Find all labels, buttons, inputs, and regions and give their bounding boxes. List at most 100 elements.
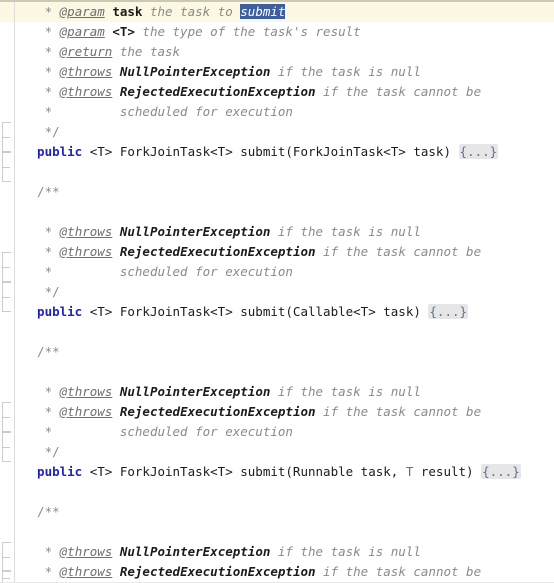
code-line[interactable]: */ bbox=[0, 122, 554, 142]
comment-text: /** bbox=[22, 344, 60, 359]
fold-collapse-icon[interactable] bbox=[3, 137, 10, 138]
comment-text bbox=[112, 544, 120, 559]
code-fold-marker[interactable] bbox=[2, 282, 11, 312]
comment-text: */ bbox=[22, 444, 60, 459]
code-line[interactable]: */ bbox=[0, 442, 554, 462]
fold-collapse-icon[interactable] bbox=[3, 557, 10, 558]
code-line[interactable]: * @throws NullPointerException if the ta… bbox=[0, 382, 554, 402]
comment-text: if the task cannot be bbox=[315, 564, 482, 579]
comment-text: * bbox=[22, 4, 60, 19]
code-line[interactable]: * scheduled for execution bbox=[0, 262, 554, 282]
comment-text bbox=[112, 564, 120, 579]
code-line[interactable]: public <T> ForkJoinTask<T> submit(ForkJo… bbox=[0, 142, 554, 162]
comment-text: the task bbox=[112, 44, 181, 59]
code-line[interactable]: * @return the task bbox=[0, 42, 554, 62]
code-line[interactable]: */ bbox=[0, 282, 554, 302]
exception-name: NullPointerException bbox=[119, 544, 271, 559]
code-line[interactable] bbox=[0, 522, 554, 542]
comment-text: * bbox=[22, 244, 60, 259]
comment-text: if the task is null bbox=[270, 544, 421, 559]
comment-text bbox=[112, 64, 120, 79]
javadoc-tag: @throws bbox=[59, 564, 113, 579]
code-line[interactable]: public <T> ForkJoinTask<T> submit(Callab… bbox=[0, 302, 554, 322]
comment-text: * bbox=[22, 64, 60, 79]
comment-text: * bbox=[22, 544, 60, 559]
code-fold-marker[interactable] bbox=[2, 432, 11, 462]
javadoc-tag: @throws bbox=[59, 544, 113, 559]
code-line[interactable]: * scheduled for execution bbox=[0, 102, 554, 122]
code-text: <T> ForkJoinTask<T> submit(ForkJoinTask<… bbox=[82, 144, 459, 159]
comment-text bbox=[112, 84, 120, 99]
javadoc-param-name: <T> bbox=[112, 24, 135, 39]
code-line[interactable]: * @param <T> the type of the task's resu… bbox=[0, 22, 554, 42]
folded-code-badge[interactable]: {...} bbox=[428, 304, 469, 319]
comment-text: if the task cannot be bbox=[315, 404, 482, 419]
comment-text: */ bbox=[22, 284, 60, 299]
comment-text: if the task is null bbox=[270, 384, 421, 399]
code-fold-marker[interactable] bbox=[2, 402, 11, 432]
fold-collapse-icon[interactable] bbox=[3, 417, 10, 418]
folded-code-badge[interactable]: {...} bbox=[458, 144, 499, 159]
code-line[interactable] bbox=[0, 202, 554, 222]
exception-name: NullPointerException bbox=[119, 64, 271, 79]
javadoc-tag: @throws bbox=[59, 404, 113, 419]
comment-text bbox=[112, 244, 120, 259]
comment-text: * bbox=[22, 84, 60, 99]
code-fold-marker[interactable] bbox=[2, 252, 11, 282]
comment-text: * bbox=[22, 24, 60, 39]
code-line-current[interactable]: * @param task the task to submit bbox=[0, 2, 554, 22]
exception-name: NullPointerException bbox=[119, 384, 271, 399]
folded-code-badge[interactable]: {...} bbox=[481, 464, 521, 479]
code-line[interactable]: * @throws NullPointerException if the ta… bbox=[0, 62, 554, 82]
comment-text bbox=[112, 224, 120, 239]
code-fold-marker[interactable] bbox=[2, 152, 11, 182]
comment-text: scheduled for execution bbox=[59, 424, 293, 439]
code-line[interactable]: * @throws RejectedExecutionException if … bbox=[0, 242, 554, 262]
code-line[interactable]: * @throws RejectedExecutionException if … bbox=[0, 562, 554, 582]
code-fold-marker[interactable] bbox=[2, 542, 11, 572]
selected-text: submit bbox=[240, 4, 286, 19]
comment-text: scheduled for execution bbox=[59, 104, 293, 119]
code-line[interactable]: * scheduled for execution bbox=[0, 422, 554, 442]
javadoc-tag: @throws bbox=[59, 384, 113, 399]
comment-text: if the task is null bbox=[270, 64, 421, 79]
code-line[interactable] bbox=[0, 482, 554, 502]
code-line[interactable]: * @throws NullPointerException if the ta… bbox=[0, 542, 554, 562]
exception-name: RejectedExecutionException bbox=[119, 84, 316, 99]
comment-text: * bbox=[22, 424, 60, 439]
comment-text: if the task cannot be bbox=[315, 84, 482, 99]
code-line[interactable]: public <T> ForkJoinTask<T> submit(Runnab… bbox=[0, 462, 554, 482]
comment-text: /** bbox=[22, 184, 60, 199]
code-line[interactable] bbox=[0, 362, 554, 382]
comment-text: * bbox=[22, 404, 60, 419]
code-line[interactable]: /** bbox=[0, 342, 554, 362]
code-text: <T> ForkJoinTask<T> submit(Runnable task… bbox=[82, 464, 406, 479]
comment-text: * bbox=[22, 44, 60, 59]
code-editor[interactable]: * @param task the task to submit * @para… bbox=[0, 0, 554, 583]
comment-text: scheduled for execution bbox=[59, 264, 293, 279]
javadoc-param-name: task bbox=[112, 4, 143, 19]
code-line[interactable]: * @throws NullPointerException if the ta… bbox=[0, 222, 554, 242]
exception-name: RejectedExecutionException bbox=[119, 564, 316, 579]
code-line[interactable]: * @throws RejectedExecutionException if … bbox=[0, 82, 554, 102]
keyword-token: public bbox=[22, 304, 83, 319]
javadoc-tag: @throws bbox=[59, 84, 113, 99]
fold-collapse-icon[interactable] bbox=[3, 267, 10, 268]
editor-gutter[interactable] bbox=[0, 2, 15, 583]
comment-text: the type of the task's result bbox=[134, 24, 361, 39]
fold-collapse-icon[interactable] bbox=[3, 297, 10, 298]
comment-text: * bbox=[22, 384, 60, 399]
code-line[interactable]: * @throws RejectedExecutionException if … bbox=[0, 402, 554, 422]
code-content[interactable]: * @param task the task to submit * @para… bbox=[0, 2, 554, 583]
comment-text bbox=[112, 384, 120, 399]
comment-text: if the task is null bbox=[270, 224, 421, 239]
fold-collapse-icon[interactable] bbox=[3, 447, 10, 448]
exception-name: RejectedExecutionException bbox=[119, 404, 316, 419]
code-line[interactable] bbox=[0, 162, 554, 182]
code-line[interactable] bbox=[0, 322, 554, 342]
fold-collapse-icon[interactable] bbox=[3, 167, 10, 168]
code-line[interactable]: /** bbox=[0, 502, 554, 522]
code-fold-marker[interactable] bbox=[2, 122, 11, 152]
code-line[interactable]: /** bbox=[0, 182, 554, 202]
fold-collapse-icon[interactable] bbox=[3, 577, 10, 579]
